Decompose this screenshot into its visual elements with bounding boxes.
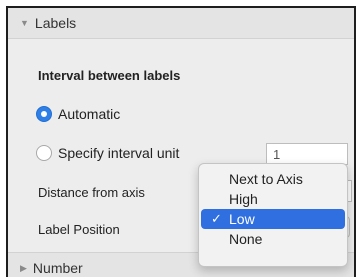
disclosure-triangle-collapsed-icon[interactable]: ▶ [20, 263, 27, 274]
menu-item-label: None [229, 231, 263, 247]
interval-unit-field[interactable]: 1 [266, 143, 348, 165]
menu-item-label: High [229, 191, 258, 207]
automatic-radio-button[interactable] [36, 106, 52, 122]
menu-item-next-to-axis[interactable]: Next to Axis [199, 169, 347, 189]
checkmark-icon: ✓ [211, 211, 222, 226]
number-section-title: Number [32, 260, 83, 276]
interval-between-labels-heading: Interval between labels [38, 68, 181, 83]
disclosure-triangle-expanded-icon[interactable]: ▼ [20, 18, 29, 28]
labels-section-header[interactable]: ▼ Labels [8, 8, 354, 39]
format-sidebar-panel: ▼ Labels Interval between labels Automat… [6, 6, 356, 277]
specify-interval-radio-option[interactable]: Specify interval unit [36, 145, 179, 161]
menu-item-none[interactable]: None [199, 229, 347, 249]
specify-interval-radio-label: Specify interval unit [58, 145, 180, 161]
distance-from-axis-label: Distance from axis [38, 185, 145, 200]
menu-item-label: Low [229, 211, 255, 227]
specify-interval-radio-button[interactable] [36, 145, 52, 161]
label-position-dropdown-menu: Next to Axis High ✓ Low None [198, 163, 348, 267]
labels-section-title: Labels [34, 15, 77, 31]
label-position-label: Label Position [38, 222, 120, 237]
menu-item-high[interactable]: High [199, 189, 347, 209]
automatic-radio-label: Automatic [58, 106, 121, 122]
automatic-radio-option[interactable]: Automatic [36, 106, 120, 122]
menu-item-label: Next to Axis [229, 171, 303, 187]
menu-item-low[interactable]: ✓ Low [201, 209, 345, 229]
